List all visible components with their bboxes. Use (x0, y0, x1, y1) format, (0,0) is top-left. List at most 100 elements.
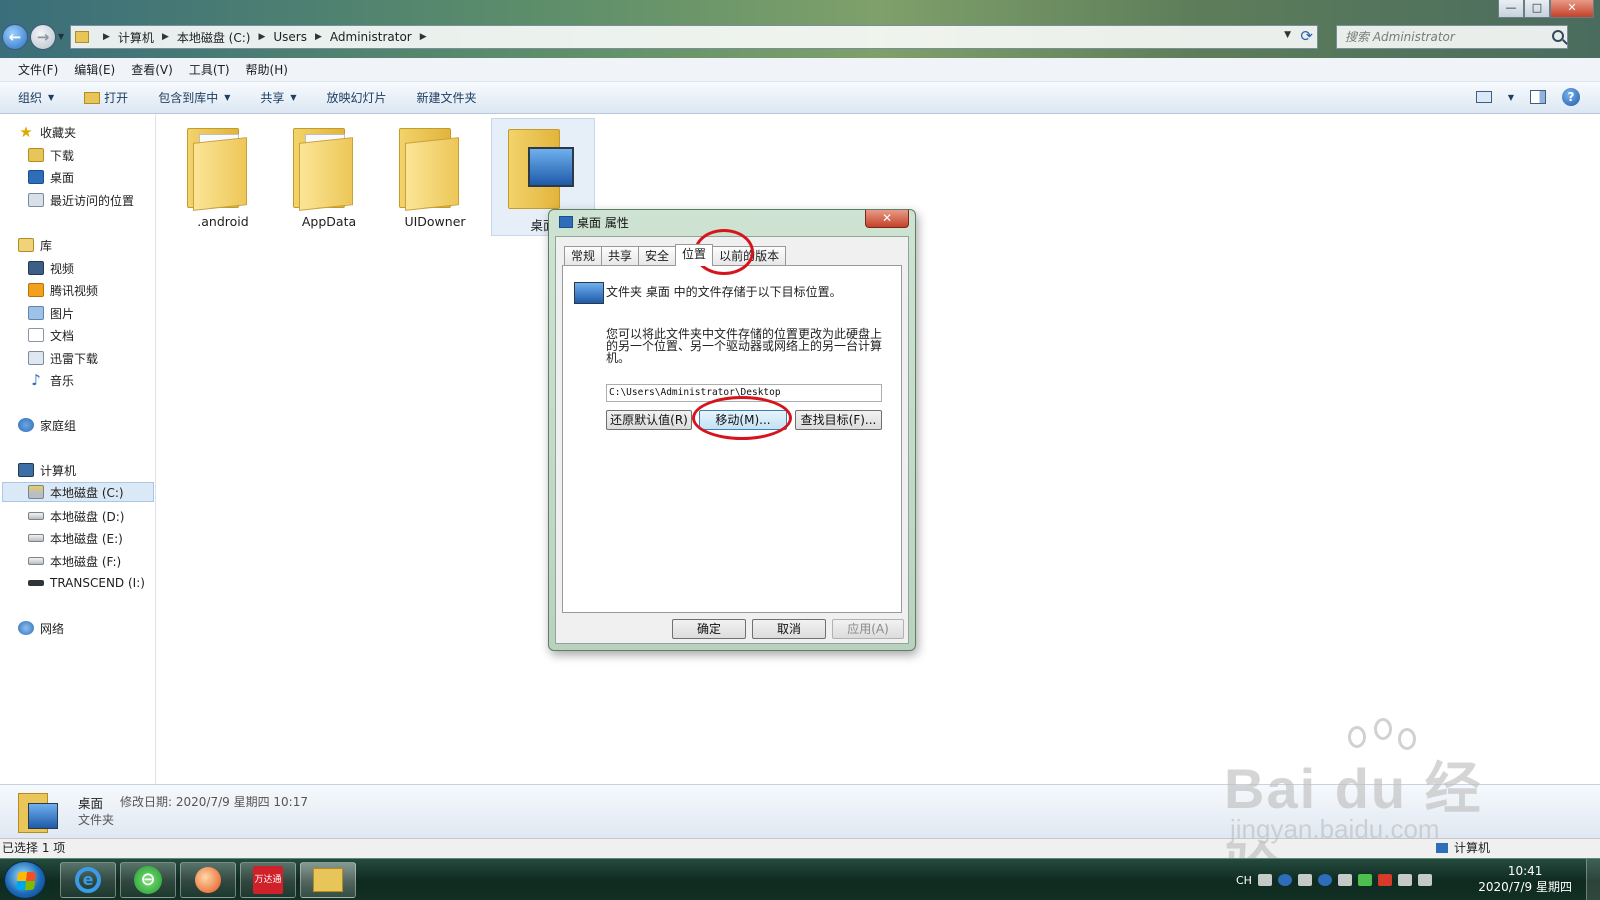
close-button[interactable]: ✕ (1550, 0, 1594, 18)
sidebar-item-computer[interactable]: 计算机 (18, 460, 76, 480)
hard-drive-icon (28, 512, 44, 520)
address-dropdown-icon[interactable]: ▼ (1284, 30, 1291, 40)
tray-arrow-icon[interactable] (1297, 874, 1312, 886)
network-tray-icon[interactable] (1317, 874, 1332, 886)
explorer-folder-icon (313, 868, 343, 892)
file-item-uidowner[interactable]: UIDowner (383, 118, 487, 236)
security-tray-icon[interactable] (1337, 874, 1352, 886)
sidebar-item-videos[interactable]: 视频 (28, 258, 74, 278)
open-button[interactable]: 打开 (84, 89, 128, 106)
menu-edit[interactable]: 编辑(E) (74, 61, 115, 78)
desktop-icon (559, 216, 573, 228)
share-button[interactable]: 共享 ▼ (260, 89, 296, 106)
taskbar-green-app[interactable]: ⊖ (120, 862, 176, 898)
search-icon[interactable] (1552, 30, 1564, 42)
menu-file[interactable]: 文件(F) (18, 61, 58, 78)
minimize-button[interactable]: — (1498, 0, 1524, 18)
sidebar-item-downloads[interactable]: 下载 (28, 145, 74, 165)
system-clock[interactable]: 10:41 2020/7/9 星期四 (1478, 863, 1572, 895)
breadcrumb-arrow-icon[interactable]: ▶ (95, 32, 118, 42)
action-center-icon[interactable] (1377, 874, 1392, 886)
new-folder-button[interactable]: 新建文件夹 (417, 89, 477, 106)
recent-pages-dropdown-icon[interactable]: ▼ (58, 32, 64, 41)
preview-pane-icon[interactable] (1530, 90, 1546, 104)
refresh-icon[interactable]: ⟳ (1300, 27, 1313, 45)
taskbar-explorer[interactable] (300, 862, 356, 898)
details-modified: 修改日期: 2020/7/9 星期四 10:17 (120, 795, 308, 809)
breadcrumb-computer[interactable]: 计算机 ▶ (118, 29, 177, 46)
sidebar-item-favorites[interactable]: ★ 收藏夹 (18, 122, 76, 142)
address-bar[interactable]: ▶ 计算机 ▶ 本地磁盘 (C:) ▶ Users ▶ Administrator ▶ … (70, 25, 1318, 49)
apply-button[interactable]: 应用(A) (832, 619, 904, 639)
maximize-button[interactable]: □ (1524, 0, 1550, 18)
breadcrumb-users[interactable]: Users ▶ (273, 30, 330, 44)
folder-icon (399, 124, 465, 211)
chevron-down-icon: ▼ (224, 93, 231, 102)
start-button[interactable] (4, 861, 46, 899)
tab-location[interactable]: 位置 (675, 244, 714, 266)
ok-button[interactable]: 确定 (672, 619, 746, 639)
show-desktop-button[interactable] (1586, 859, 1600, 900)
sidebar-item-drive-i[interactable]: TRANSCEND (I:) (28, 573, 145, 593)
sidebar-item-drive-e[interactable]: 本地磁盘 (E:) (28, 528, 123, 548)
sidebar-item-homegroup[interactable]: 家庭组 (18, 415, 76, 435)
breadcrumb-administrator[interactable]: Administrator ▶ (330, 30, 435, 44)
menu-tools[interactable]: 工具(T) (189, 61, 230, 78)
restore-default-button[interactable]: 还原默认值(R) (606, 410, 692, 430)
include-in-library-button[interactable]: 包含到库中 ▼ (158, 89, 230, 106)
sidebar-item-drive-f[interactable]: 本地磁盘 (F:) (28, 551, 121, 571)
tab-security[interactable]: 安全 (638, 246, 677, 266)
forward-button[interactable]: → (30, 24, 56, 50)
help-icon[interactable]: ? (1562, 88, 1580, 106)
file-item-android[interactable]: .android (171, 118, 275, 236)
hard-drive-icon (28, 557, 44, 565)
sidebar-item-documents[interactable]: 文档 (28, 325, 74, 345)
slideshow-button[interactable]: 放映幻灯片 (327, 89, 387, 106)
system-drive-icon (28, 485, 44, 499)
sidebar-item-libraries[interactable]: 库 (18, 235, 52, 255)
sidebar-item-desktop[interactable]: 桌面 (28, 167, 74, 187)
sidebar-item-thunder[interactable]: 迅雷下载 (28, 348, 98, 368)
folder-icon (293, 124, 359, 211)
help-tray-icon[interactable] (1277, 874, 1292, 886)
sidebar-item-drive-c[interactable]: 本地磁盘 (C:) (2, 482, 154, 502)
green-circle-app-icon: ⊖ (134, 866, 162, 894)
change-view-icon[interactable] (1475, 91, 1492, 103)
breadcrumb-drive-c[interactable]: 本地磁盘 (C:) ▶ (177, 29, 274, 46)
keyboard-icon[interactable] (1257, 874, 1272, 886)
taskbar-red-app[interactable]: 万达通 (240, 862, 296, 898)
sidebar-item-tencent-video[interactable]: 腾讯视频 (28, 280, 98, 300)
back-button[interactable]: ← (2, 24, 28, 50)
desktop-folder-icon (18, 791, 62, 833)
taskbar-ie[interactable]: e (60, 862, 116, 898)
cancel-button[interactable]: 取消 (752, 619, 826, 639)
volume-icon[interactable] (1397, 874, 1412, 886)
organize-button[interactable]: 组织 ▼ (18, 89, 54, 106)
status-bar: 已选择 1 项 计算机 (0, 838, 1600, 858)
sidebar-item-network[interactable]: 网络 (18, 618, 64, 638)
desktop-folder-icon (508, 125, 574, 209)
menu-help[interactable]: 帮助(H) (246, 61, 288, 78)
library-icon (18, 238, 34, 252)
tab-sharing[interactable]: 共享 (601, 246, 640, 266)
desktop-icon (574, 282, 604, 304)
find-target-button[interactable]: 查找目标(F)... (795, 410, 882, 430)
sidebar-item-pictures[interactable]: 图片 (28, 303, 74, 323)
dialog-body: 常规 共享 安全 位置 以前的版本 文件夹 桌面 中的文件存储于以下目标位置。 … (555, 236, 909, 644)
menu-view[interactable]: 查看(V) (131, 61, 173, 78)
shield-icon[interactable] (1357, 874, 1372, 886)
taskbar-fire-app[interactable] (180, 862, 236, 898)
view-dropdown-icon[interactable]: ▼ (1508, 93, 1514, 102)
input-language[interactable]: CH (1236, 874, 1252, 887)
search-input[interactable]: 搜索 Administrator (1336, 25, 1568, 49)
window-controls: — □ ✕ (1498, 0, 1594, 18)
file-item-appdata[interactable]: AppData (277, 118, 381, 236)
folder-icon (187, 124, 253, 211)
video-icon (28, 261, 44, 275)
dialog-close-button[interactable]: ✕ (865, 210, 909, 228)
sidebar-item-recent[interactable]: 最近访问的位置 (28, 190, 134, 210)
sidebar-item-music[interactable]: ♪ 音乐 (28, 370, 74, 390)
tab-general[interactable]: 常规 (564, 246, 603, 266)
sidebar-item-drive-d[interactable]: 本地磁盘 (D:) (28, 506, 124, 526)
display-icon[interactable] (1417, 874, 1432, 886)
